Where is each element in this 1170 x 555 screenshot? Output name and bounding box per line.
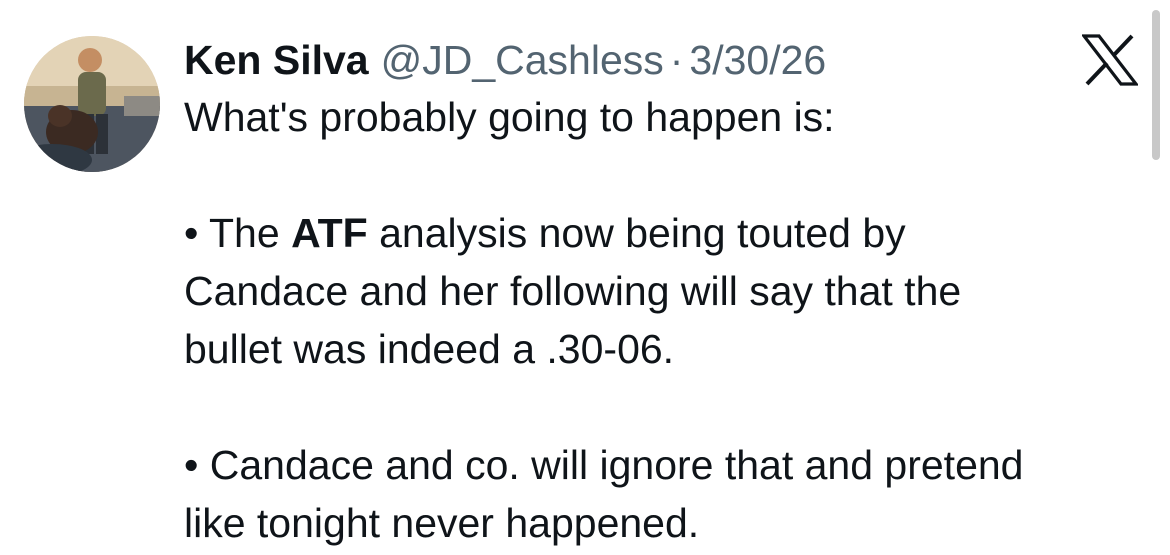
bullet-1-line-2: Candace and her following will say that … <box>184 268 962 314</box>
bullet-1-pre: The <box>209 210 292 256</box>
bullet-1-post: analysis now being touted by <box>367 210 906 256</box>
bullet-1-bold: ATF <box>291 210 368 256</box>
bullet-1-line-3: bullet was indeed a .30-06. <box>184 326 675 372</box>
tweet-intro: What's probably going to happen is: <box>184 94 835 140</box>
bullet-2-line-2: like tonight never happened. <box>184 500 700 546</box>
scrollbar[interactable] <box>1152 10 1160 160</box>
author-display-name[interactable]: Ken Silva <box>184 32 369 88</box>
author-avatar[interactable] <box>24 36 160 172</box>
header-separator: · <box>669 37 684 83</box>
tweet-date[interactable]: 3/30/26 <box>689 32 826 88</box>
bullet-1-marker: • <box>184 210 199 256</box>
avatar-photo-icon <box>24 36 160 172</box>
bullet-2-text: Candace and co. will ignore that and pre… <box>209 442 1024 488</box>
x-logo-icon[interactable] <box>1080 34 1140 86</box>
tweet-card: Ken Silva @JD_Cashless · 3/30/26 What's … <box>0 0 1170 555</box>
tweet-header: Ken Silva @JD_Cashless · 3/30/26 <box>184 32 826 88</box>
tweet-text: What's probably going to happen is: • Th… <box>184 88 1134 552</box>
bullet-1-line-1: • The ATF analysis now being touted by <box>184 204 1134 262</box>
author-handle[interactable]: @JD_Cashless <box>381 32 664 88</box>
bullet-2-line-1: • Candace and co. will ignore that and p… <box>184 436 1134 494</box>
bullet-2-marker: • <box>184 442 199 488</box>
